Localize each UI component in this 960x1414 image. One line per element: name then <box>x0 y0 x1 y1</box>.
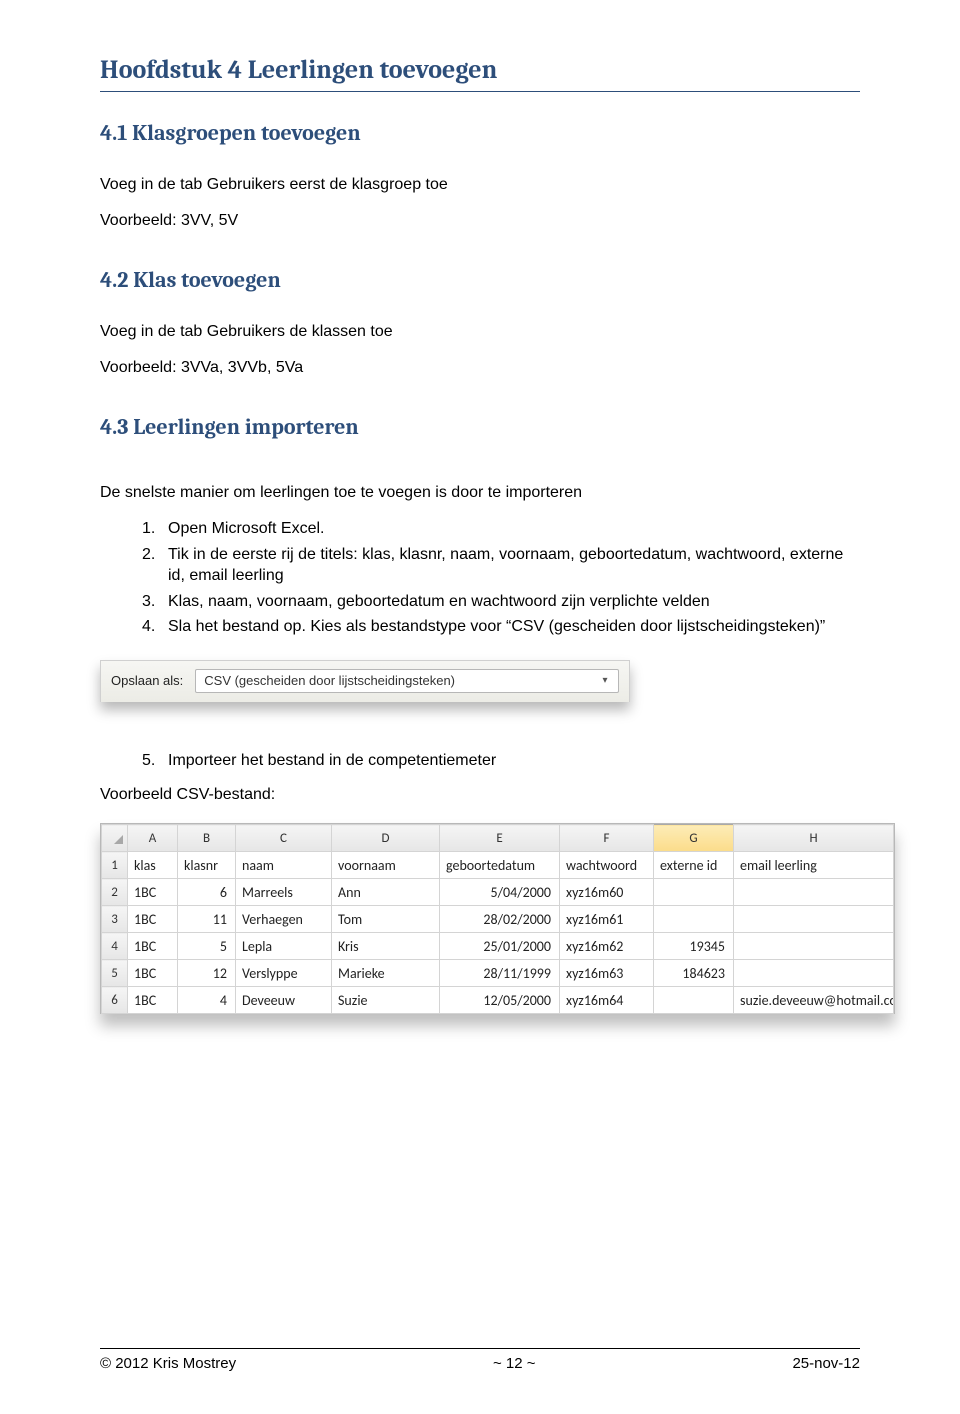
cell[interactable]: 28/02/2000 <box>440 906 560 933</box>
section-43-title: 4.3 Leerlingen importeren <box>100 414 860 440</box>
cell[interactable]: Marreels <box>236 879 332 906</box>
cell[interactable]: email leerling <box>734 852 894 879</box>
cell[interactable]: 1BC <box>128 933 178 960</box>
footer-left: © 2012 Kris Mostrey <box>100 1355 236 1372</box>
table-row: 1 klas klasnr naam voornaam geboortedatu… <box>102 852 894 879</box>
cell[interactable]: xyz16m60 <box>560 879 654 906</box>
cell[interactable]: 5/04/2000 <box>440 879 560 906</box>
col-header-f[interactable]: F <box>560 825 654 852</box>
col-header-e[interactable]: E <box>440 825 560 852</box>
cell[interactable]: Kris <box>332 933 440 960</box>
row-header[interactable]: 3 <box>102 906 128 933</box>
col-header-g[interactable]: G <box>654 825 734 852</box>
save-as-label: Opslaan als: <box>111 673 183 688</box>
save-as-value: CSV (gescheiden door lijstscheidingsteke… <box>204 673 455 688</box>
excel-column-header-row: A B C D E F G H <box>102 825 894 852</box>
select-all-triangle-icon <box>114 835 123 844</box>
save-as-combobox[interactable]: CSV (gescheiden door lijstscheidingsteke… <box>195 669 619 693</box>
step-2: Tik in de eerste rij de titels: klas, kl… <box>142 544 860 587</box>
step-1: Open Microsoft Excel. <box>142 518 860 540</box>
row-header[interactable]: 2 <box>102 879 128 906</box>
table-row: 3 1BC 11 Verhaegen Tom 28/02/2000 xyz16m… <box>102 906 894 933</box>
cell[interactable] <box>734 879 894 906</box>
cell[interactable]: Suzie <box>332 987 440 1014</box>
step-5: Importeer het bestand in de competentiem… <box>142 750 860 772</box>
cell[interactable]: suzie.deveeuw@hotmail.com <box>734 987 894 1014</box>
row-header[interactable]: 1 <box>102 852 128 879</box>
cell[interactable]: xyz16m64 <box>560 987 654 1014</box>
cell[interactable]: Ann <box>332 879 440 906</box>
table-row: 2 1BC 6 Marreels Ann 5/04/2000 xyz16m60 <box>102 879 894 906</box>
table-row: 5 1BC 12 Verslyppe Marieke 28/11/1999 xy… <box>102 960 894 987</box>
cell[interactable]: 1BC <box>128 906 178 933</box>
chevron-down-icon: ▾ <box>596 672 614 690</box>
cell[interactable] <box>654 987 734 1014</box>
cell[interactable]: 1BC <box>128 879 178 906</box>
section-41-text-1: Voeg in de tab Gebruikers eerst de klasg… <box>100 174 860 196</box>
cell[interactable]: 12 <box>178 960 236 987</box>
section-42-text-2: Voorbeeld: 3VVa, 3VVb, 5Va <box>100 357 860 379</box>
cell[interactable]: 19345 <box>654 933 734 960</box>
cell[interactable]: voornaam <box>332 852 440 879</box>
col-header-d[interactable]: D <box>332 825 440 852</box>
col-header-h[interactable]: H <box>734 825 894 852</box>
step-3: Klas, naam, voornaam, geboortedatum en w… <box>142 591 860 613</box>
table-row: 6 1BC 4 Deveeuw Suzie 12/05/2000 xyz16m6… <box>102 987 894 1014</box>
cell[interactable]: Tom <box>332 906 440 933</box>
row-header[interactable]: 4 <box>102 933 128 960</box>
cell[interactable]: Verslyppe <box>236 960 332 987</box>
cell[interactable]: klas <box>128 852 178 879</box>
section-42-title: 4.2 Klas toevoegen <box>100 267 860 293</box>
cell[interactable]: Verhaegen <box>236 906 332 933</box>
cell[interactable]: 184623 <box>654 960 734 987</box>
cell[interactable]: 1BC <box>128 960 178 987</box>
footer-right: 25-nov-12 <box>792 1355 860 1372</box>
cell[interactable]: geboortedatum <box>440 852 560 879</box>
table-row: 4 1BC 5 Lepla Kris 25/01/2000 xyz16m62 1… <box>102 933 894 960</box>
cell[interactable] <box>654 906 734 933</box>
section-43-intro: De snelste manier om leerlingen toe te v… <box>100 482 860 504</box>
cell[interactable]: xyz16m62 <box>560 933 654 960</box>
cell[interactable]: 4 <box>178 987 236 1014</box>
example-csv-label: Voorbeeld CSV-bestand: <box>100 784 860 806</box>
cell[interactable]: 1BC <box>128 987 178 1014</box>
page-footer: © 2012 Kris Mostrey ~ 12 ~ 25-nov-12 <box>100 1348 860 1372</box>
col-header-a[interactable]: A <box>128 825 178 852</box>
cell[interactable]: externe id <box>654 852 734 879</box>
cell[interactable]: 28/11/1999 <box>440 960 560 987</box>
cell[interactable]: 12/05/2000 <box>440 987 560 1014</box>
cell[interactable] <box>734 960 894 987</box>
steps-list-continued: Importeer het bestand in de competentiem… <box>142 750 860 772</box>
row-header[interactable]: 6 <box>102 987 128 1014</box>
col-header-b[interactable]: B <box>178 825 236 852</box>
select-all-corner[interactable] <box>102 825 128 852</box>
col-header-c[interactable]: C <box>236 825 332 852</box>
cell[interactable]: wachtwoord <box>560 852 654 879</box>
chapter-title: Hoofdstuk 4 Leerlingen toevoegen <box>100 55 860 92</box>
cell[interactable] <box>734 906 894 933</box>
save-as-panel: Opslaan als: CSV (gescheiden door lijsts… <box>100 660 630 702</box>
cell[interactable] <box>734 933 894 960</box>
cell[interactable]: 25/01/2000 <box>440 933 560 960</box>
step-4: Sla het bestand op. Kies als bestandstyp… <box>142 616 860 638</box>
cell[interactable]: 6 <box>178 879 236 906</box>
cell[interactable]: klasnr <box>178 852 236 879</box>
cell[interactable]: 11 <box>178 906 236 933</box>
excel-grid: A B C D E F G H 1 klas klasnr naam voorn… <box>100 823 895 1014</box>
steps-list: Open Microsoft Excel. Tik in de eerste r… <box>142 518 860 638</box>
cell[interactable]: Deveeuw <box>236 987 332 1014</box>
section-42-text-1: Voeg in de tab Gebruikers de klassen toe <box>100 321 860 343</box>
cell[interactable]: 5 <box>178 933 236 960</box>
section-41-text-2: Voorbeeld: 3VV, 5V <box>100 210 860 232</box>
cell[interactable]: Marieke <box>332 960 440 987</box>
cell[interactable]: xyz16m61 <box>560 906 654 933</box>
cell[interactable]: Lepla <box>236 933 332 960</box>
cell[interactable] <box>654 879 734 906</box>
row-header[interactable]: 5 <box>102 960 128 987</box>
footer-center: ~ 12 ~ <box>493 1355 536 1372</box>
cell[interactable]: naam <box>236 852 332 879</box>
cell[interactable]: xyz16m63 <box>560 960 654 987</box>
section-41-title: 4.1 Klasgroepen toevoegen <box>100 120 860 146</box>
